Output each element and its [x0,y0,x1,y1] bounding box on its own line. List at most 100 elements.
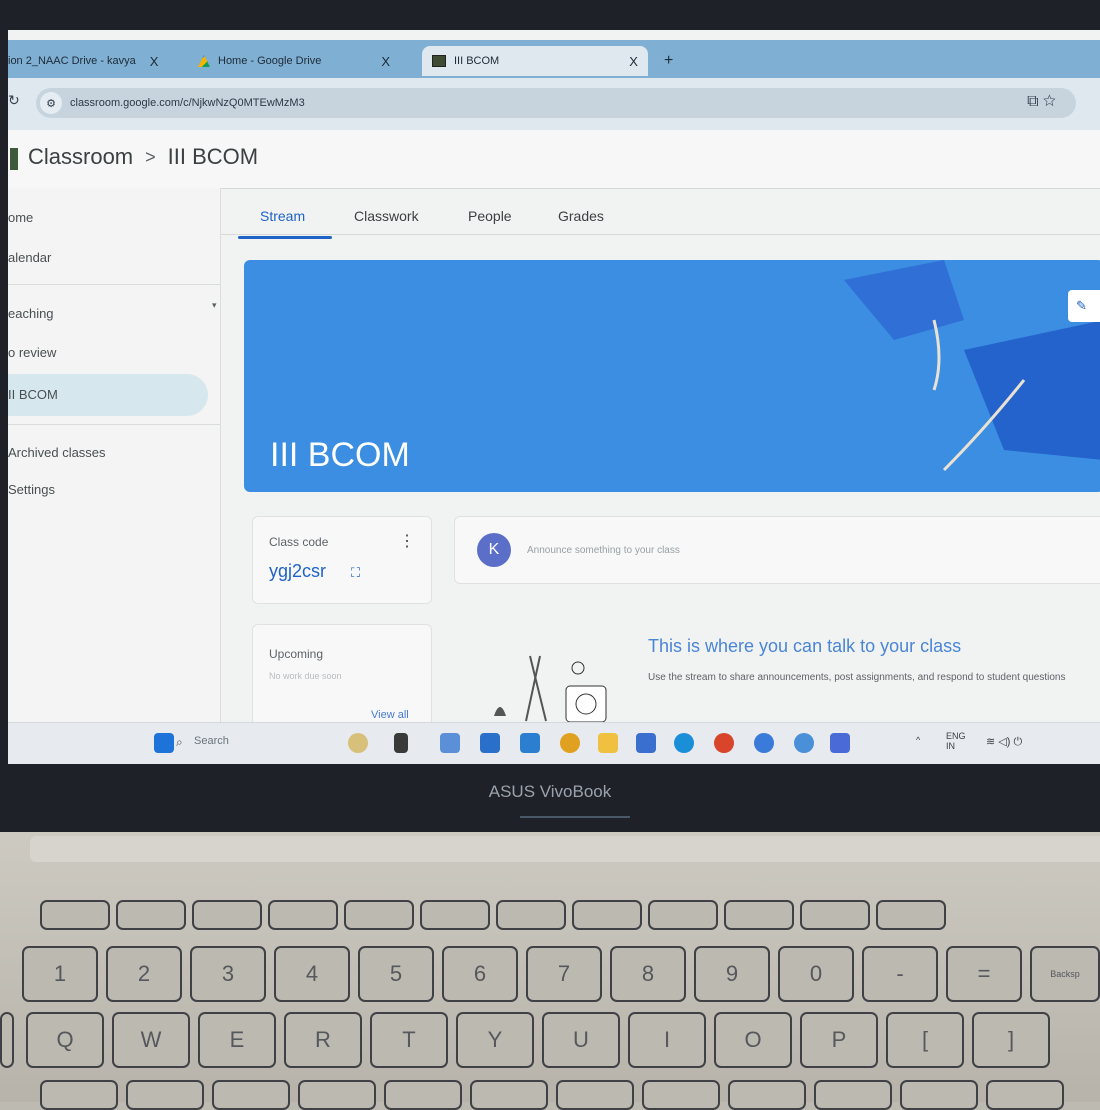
function-key[interactable] [268,900,338,930]
widgets-icon[interactable] [348,733,368,753]
backspace-key[interactable]: Backsp [1030,946,1100,1002]
office-icon[interactable] [714,733,734,753]
letter-key[interactable] [298,1080,376,1110]
letter-key[interactable] [556,1080,634,1110]
key-W[interactable]: W [112,1012,190,1068]
key-R[interactable]: R [284,1012,362,1068]
letter-key[interactable] [986,1080,1064,1110]
key-7[interactable]: 7 [526,946,602,1002]
windows-start-icon[interactable] [154,733,174,753]
key-4[interactable]: 4 [274,946,350,1002]
close-icon[interactable]: X [381,54,390,69]
tab-people[interactable]: People [468,208,512,224]
stream-empty-illustration [494,655,607,723]
key-1[interactable]: 1 [22,946,98,1002]
key-U[interactable]: U [542,1012,620,1068]
function-key[interactable] [420,900,490,930]
letter-key[interactable] [814,1080,892,1110]
chrome-profile-icon[interactable] [794,733,814,753]
mail-icon[interactable] [520,733,540,753]
function-key[interactable] [40,900,110,930]
function-key[interactable] [648,900,718,930]
letter-key[interactable] [900,1080,978,1110]
key-T[interactable]: T [370,1012,448,1068]
customize-button[interactable]: ✎ [1068,290,1100,322]
key-P[interactable]: P [800,1012,878,1068]
sidebar-item-to-review[interactable]: o review [8,345,56,360]
sidebar-item-home[interactable]: ome [8,210,33,225]
browser-tab-drive[interactable]: Home - Google Drive X [198,46,390,76]
function-key[interactable] [192,900,262,930]
letter-key[interactable] [384,1080,462,1110]
app-icon[interactable] [636,733,656,753]
key-Y[interactable]: Y [456,1012,534,1068]
sidebar-item-archived[interactable]: Archived classes [8,445,106,460]
key-0[interactable]: 0 [778,946,854,1002]
letter-key[interactable] [40,1080,118,1110]
key-I[interactable]: I [628,1012,706,1068]
announce-box[interactable]: K Announce something to your class [454,516,1100,584]
key-O[interactable]: O [714,1012,792,1068]
tab-key[interactable] [0,1012,14,1068]
function-key[interactable] [724,900,794,930]
search-icon[interactable]: ⌕ [176,735,183,750]
edge-icon[interactable] [674,733,694,753]
key-9[interactable]: 9 [694,946,770,1002]
browser-tab-classroom[interactable]: III BCOM X [422,46,648,76]
file-explorer-icon[interactable] [598,733,618,753]
wifi-volume-icon[interactable]: ≋ ◁) ⏻ [986,735,1022,749]
tab-stream[interactable]: Stream [260,208,305,224]
key-6[interactable]: 6 [442,946,518,1002]
key-8[interactable]: 8 [610,946,686,1002]
key-3[interactable]: 3 [190,946,266,1002]
function-key[interactable] [876,900,946,930]
chrome-profile-icon[interactable] [754,733,774,753]
letter-key[interactable] [212,1080,290,1110]
function-key[interactable] [344,900,414,930]
letter-key[interactable] [470,1080,548,1110]
function-key[interactable] [116,900,186,930]
function-key[interactable] [800,900,870,930]
key-Q[interactable]: Q [26,1012,104,1068]
letter-key[interactable] [126,1080,204,1110]
new-tab-button[interactable]: + [664,46,673,76]
fullscreen-icon[interactable]: ⛶ [351,565,360,581]
key--[interactable]: - [862,946,938,1002]
sidebar-item-settings[interactable]: Settings [8,482,55,497]
app-icon[interactable] [830,733,850,753]
breadcrumb-class[interactable]: III BCOM [168,144,258,170]
more-options-icon[interactable]: ⋮ [399,531,415,551]
tab-classwork[interactable]: Classwork [354,208,419,224]
letter-key[interactable] [642,1080,720,1110]
function-key[interactable] [496,900,566,930]
key-[[interactable]: [ [886,1012,964,1068]
chrome-icon[interactable] [560,733,580,753]
key-E[interactable]: E [198,1012,276,1068]
function-key[interactable] [572,900,642,930]
reload-icon[interactable]: ↻ [8,92,20,109]
view-all-link[interactable]: View all [371,709,409,721]
site-settings-icon[interactable]: ⚙ [40,92,62,114]
browser-tab-naac[interactable]: ion 2_NAAC Drive - kavya X [8,46,158,76]
close-icon[interactable]: X [629,54,638,69]
bookmark-star-icon[interactable]: ⧉ ☆ [1027,93,1056,111]
chevron-down-icon[interactable]: ▾ [212,300,217,311]
task-view-icon[interactable] [394,733,408,753]
sidebar-item-iii-bcom[interactable]: II BCOM [8,387,58,402]
store-icon[interactable] [480,733,500,753]
key-=[interactable]: = [946,946,1022,1002]
key-][interactable]: ] [972,1012,1050,1068]
taskbar-search[interactable]: Search [194,735,229,747]
letter-key[interactable] [728,1080,806,1110]
chevron-up-icon[interactable]: ^ [916,735,920,745]
sidebar-item-teaching[interactable]: eaching [8,306,54,321]
tab-grades[interactable]: Grades [558,208,604,224]
teams-icon[interactable] [440,733,460,753]
breadcrumb-classroom[interactable]: Classroom [28,144,133,170]
language-indicator[interactable]: ENG IN [946,731,966,751]
key-5[interactable]: 5 [358,946,434,1002]
address-bar[interactable]: ⚙ classroom.google.com/c/NjkwNzQ0MTEwMzM… [36,88,1076,118]
close-icon[interactable]: X [150,54,159,69]
key-2[interactable]: 2 [106,946,182,1002]
sidebar-item-calendar[interactable]: alendar [8,250,51,265]
